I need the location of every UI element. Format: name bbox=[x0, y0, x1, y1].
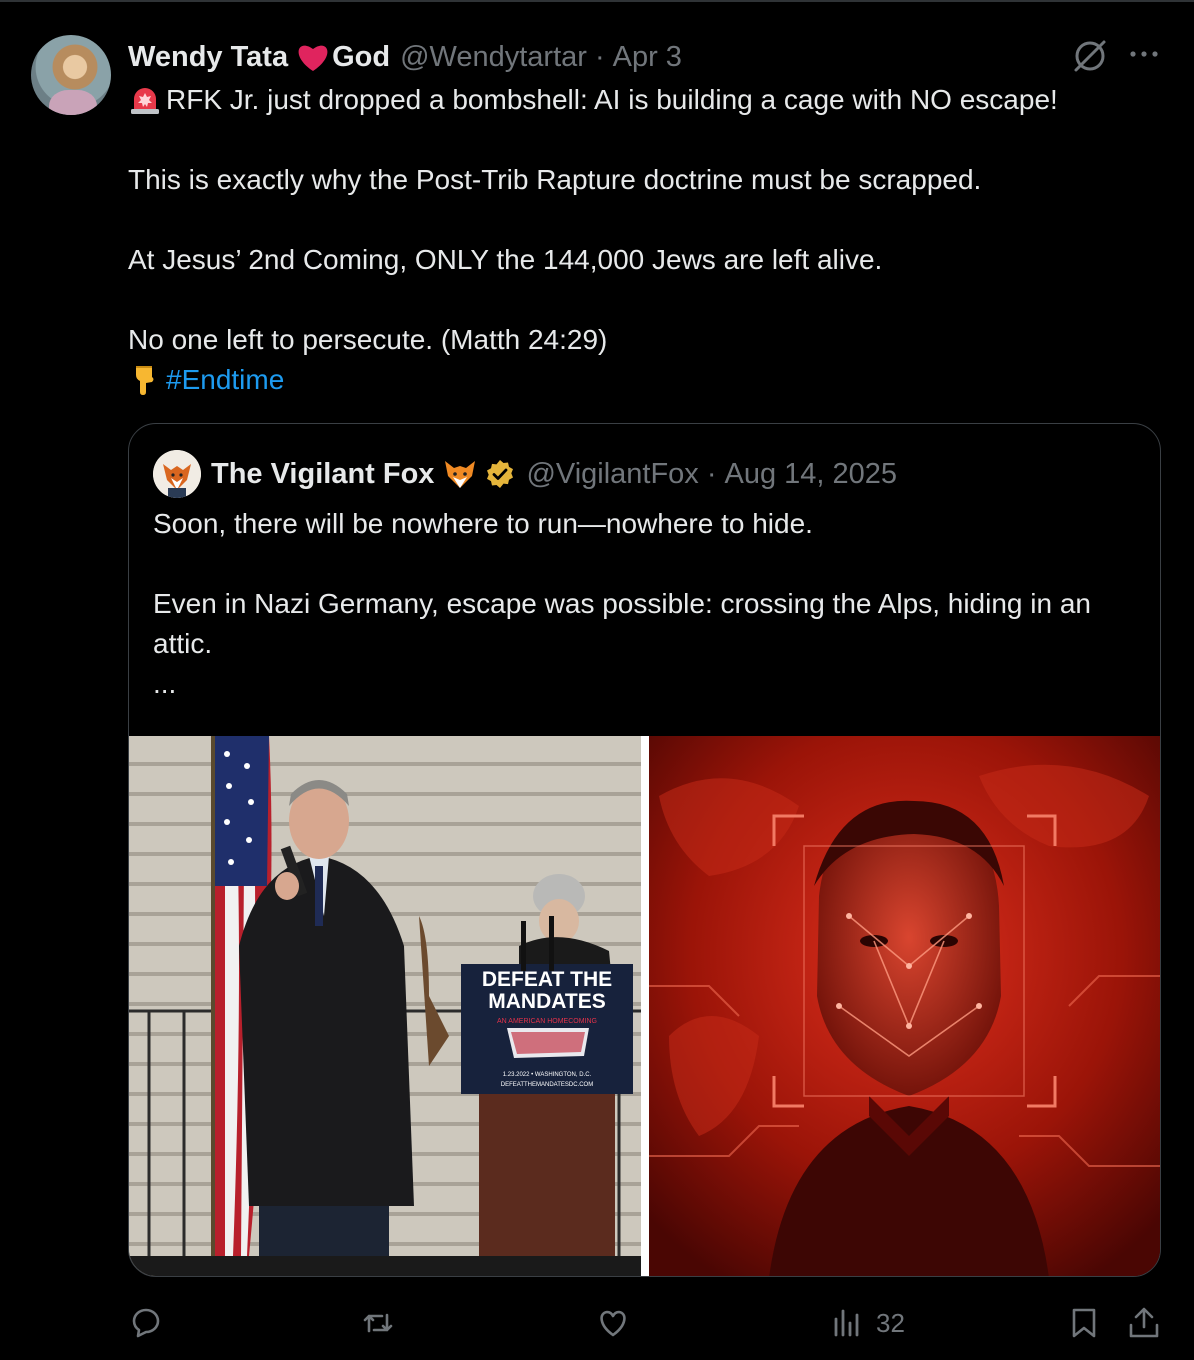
quote-header-separator: · bbox=[706, 457, 717, 490]
podium-line-5: DEFEATTHEMANDATESDC.COM bbox=[501, 1082, 593, 1088]
reply-button[interactable] bbox=[128, 1305, 164, 1341]
quote-author-name[interactable]: The Vigilant Fox bbox=[211, 458, 434, 491]
avatar-figure bbox=[49, 90, 97, 115]
bookmark-button[interactable] bbox=[1066, 1305, 1102, 1341]
quote-line: Soon, there will be nowhere to run—nowhe… bbox=[153, 508, 813, 539]
quote-author-handle[interactable]: @VigilantFox bbox=[526, 458, 698, 491]
action-bar: 32 bbox=[0, 1300, 1194, 1350]
author-name-suffix[interactable]: God bbox=[332, 41, 390, 74]
share-icon bbox=[1129, 1307, 1159, 1338]
verified-badge-icon[interactable] bbox=[484, 458, 516, 490]
header-separator: · bbox=[594, 40, 605, 73]
heart-icon bbox=[600, 1310, 626, 1337]
grok-icon[interactable] bbox=[1070, 36, 1110, 76]
pointing-down-icon bbox=[128, 363, 162, 395]
author-name[interactable]: Wendy Tata bbox=[128, 41, 288, 74]
author-handle[interactable]: @Wendytartar bbox=[400, 41, 587, 74]
tweet-line: This is exactly why the Post-Trib Raptur… bbox=[128, 164, 982, 195]
tweet-line: RFK Jr. just dropped a bombshell: AI is … bbox=[166, 84, 1058, 115]
quote-line: Even in Nazi Germany, escape was possibl… bbox=[153, 588, 1091, 659]
tweet-header: Wendy Tata God @Wendytartar · Apr 3 bbox=[128, 37, 682, 77]
podium-line-4: 1.23.2022 • WASHINGTON, D.C. bbox=[503, 1072, 592, 1078]
tweet-date[interactable]: Apr 3 bbox=[613, 41, 682, 74]
quote-ellipsis: ... bbox=[153, 668, 177, 699]
views-button[interactable]: 32 bbox=[830, 1305, 905, 1341]
quote-photo-rally[interactable]: DEFEAT THE MANDATES AN AMERICAN HOMECOMI… bbox=[129, 736, 641, 1276]
quote-date[interactable]: Aug 14, 2025 bbox=[724, 458, 897, 491]
repost-button[interactable] bbox=[360, 1305, 396, 1341]
hashtag-link[interactable]: #Endtime bbox=[166, 364, 284, 395]
repost-icon bbox=[363, 1313, 393, 1333]
views-count: 32 bbox=[876, 1307, 905, 1338]
bookmark-icon bbox=[1072, 1308, 1096, 1338]
share-button[interactable] bbox=[1126, 1305, 1162, 1341]
tweet-text: RFK Jr. just dropped a bombshell: AI is … bbox=[128, 80, 1168, 400]
more-options-icon[interactable] bbox=[1124, 36, 1164, 76]
podium-line-1: DEFEAT THE bbox=[482, 968, 612, 991]
author-avatar[interactable] bbox=[31, 35, 111, 115]
tweet-line: No one left to persecute. (Matth 24:29) bbox=[128, 324, 608, 355]
photo-divider bbox=[641, 736, 649, 1276]
quote-photo-face-scan[interactable] bbox=[649, 736, 1160, 1276]
quote-avatar[interactable] bbox=[153, 450, 201, 498]
quoted-tweet[interactable]: The Vigilant Fox @VigilantFox · Aug 14, … bbox=[128, 423, 1161, 1277]
podium-line-2: MANDATES bbox=[488, 990, 605, 1013]
quote-text: Soon, there will be nowhere to run—nowhe… bbox=[153, 504, 1143, 704]
podium-line-3: AN AMERICAN HOMECOMING bbox=[497, 1018, 597, 1025]
tweet-line: At Jesus’ 2nd Coming, ONLY the 144,000 J… bbox=[128, 244, 883, 275]
analytics-icon bbox=[834, 1309, 859, 1337]
quote-header: The Vigilant Fox @VigilantFox · Aug 14, … bbox=[153, 450, 897, 498]
reply-icon bbox=[132, 1308, 160, 1338]
fox-emoji-icon bbox=[442, 458, 478, 490]
top-divider bbox=[0, 0, 1194, 2]
rotating-light-icon bbox=[128, 83, 162, 115]
red-heart-icon bbox=[296, 42, 330, 72]
like-button[interactable] bbox=[595, 1305, 631, 1341]
